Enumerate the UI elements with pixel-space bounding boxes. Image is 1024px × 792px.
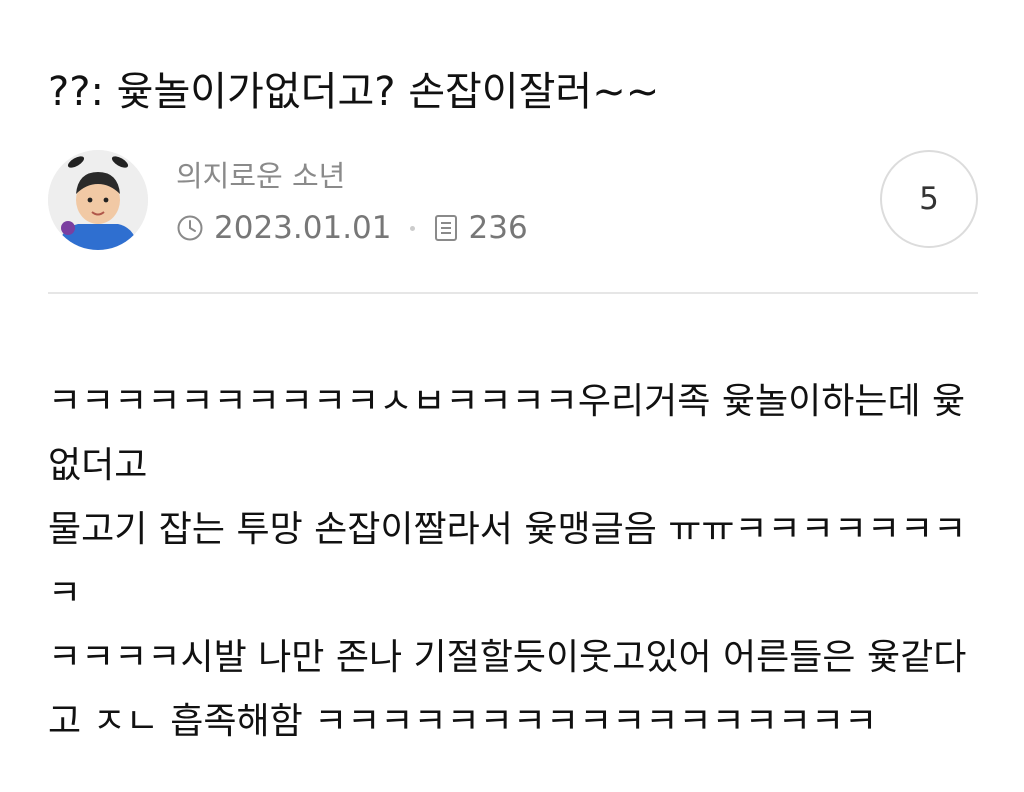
body-paragraph: ㅋㅋㅋㅋㅋㅋㅋㅋㅋㅋㅅㅂㅋㅋㅋㅋ우리거족 윷놀이하는데 윷없더고: [48, 381, 966, 486]
meta-separator: [409, 225, 415, 231]
post-title: ??: 윷놀이가없더고? 손잡이잘러~~: [48, 69, 660, 115]
comment-count-button[interactable]: 5: [880, 150, 978, 248]
post-date: 2023.01.01: [214, 210, 392, 246]
author-name[interactable]: 의지로운 소년: [176, 156, 345, 196]
avatar-image: [48, 150, 148, 250]
divider: [48, 292, 978, 294]
author-row: 의지로운 소년 2023.01.01 236 5: [48, 150, 978, 250]
comment-count-label: 5: [919, 181, 939, 217]
body-paragraph: ㅋㅋㅋㅋ시발 나만 존나 기절할듯이웃고있어 어른들은 윷같다고 ㅈㄴ 흡족해함…: [48, 637, 967, 742]
author-avatar[interactable]: [48, 150, 148, 250]
body-paragraph: 물고기 잡는 투망 손잡이짤라서 윷맹글음 ㅠㅠㅋㅋㅋㅋㅋㅋㅋㅋ: [48, 509, 967, 614]
post-body: ㅋㅋㅋㅋㅋㅋㅋㅋㅋㅋㅅㅂㅋㅋㅋㅋ우리거족 윷놀이하는데 윷없더고 물고기 잡는 …: [48, 370, 978, 754]
post-meta: 2023.01.01 236: [176, 208, 528, 248]
view-count: 236: [468, 210, 528, 246]
clock-icon: [176, 214, 204, 242]
document-icon: [433, 214, 459, 242]
